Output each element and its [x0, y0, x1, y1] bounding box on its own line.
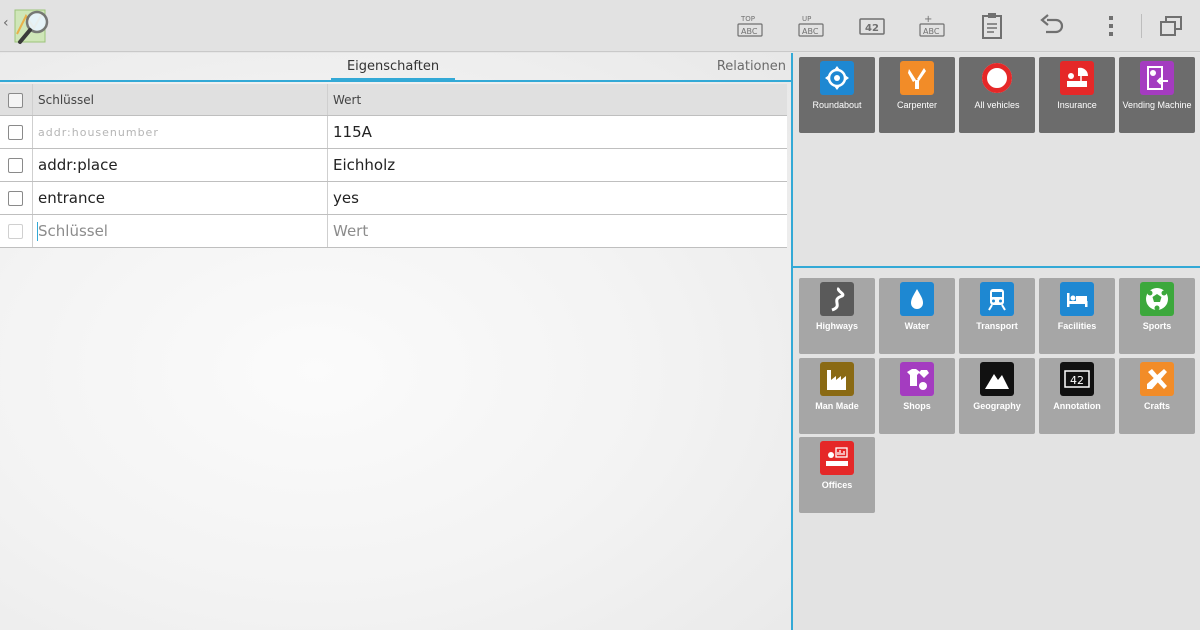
preset-pane: Roundabout Carpenter All vehicles Insura… — [793, 53, 1200, 630]
svg-text:+: + — [924, 14, 932, 25]
svg-text:ABC: ABC — [741, 27, 758, 36]
value-column-header: Wert — [333, 93, 362, 107]
vespucci-logo-icon[interactable] — [12, 4, 56, 48]
preset-carpenter[interactable]: Carpenter — [879, 57, 955, 133]
svg-text:UP: UP — [802, 15, 811, 23]
tag-value-field[interactable]: Eichholz — [333, 149, 783, 182]
back-chevron-icon[interactable]: ‹ — [3, 15, 9, 31]
svg-text:42: 42 — [1070, 374, 1084, 387]
water-drop-icon — [900, 282, 934, 316]
mountain-icon — [980, 362, 1014, 396]
add-abc-icon[interactable]: + ABC — [915, 10, 949, 42]
tag-value-field[interactable]: yes — [333, 182, 783, 215]
svg-text:TOP: TOP — [740, 15, 755, 23]
preset-group-transport[interactable]: Transport — [959, 278, 1035, 354]
preset-roundabout[interactable]: Roundabout — [799, 57, 875, 133]
clipboard-icon[interactable] — [975, 10, 1009, 42]
tag-key-field[interactable]: addr:place — [38, 149, 322, 182]
tab-properties[interactable]: Eigenschaften — [331, 53, 455, 82]
tag-value-field[interactable]: 115A — [333, 116, 783, 149]
office-icon — [820, 441, 854, 475]
select-all-checkbox[interactable] — [8, 93, 23, 108]
insurance-icon — [1060, 61, 1094, 95]
preset-all-vehicles[interactable]: All vehicles — [959, 57, 1035, 133]
42-icon[interactable]: 42 — [855, 10, 889, 42]
window-icon[interactable] — [1154, 10, 1188, 42]
annotation-42-icon: 42 — [1060, 362, 1094, 396]
crafts-icon — [1140, 362, 1174, 396]
roundabout-icon — [820, 61, 854, 95]
key-column-header: Schlüssel — [38, 93, 94, 107]
row-checkbox[interactable] — [8, 158, 23, 173]
factory-icon — [820, 362, 854, 396]
preset-group-shops[interactable]: Shops — [879, 358, 955, 434]
tag-key-field[interactable]: entrance — [38, 182, 322, 215]
undo-icon[interactable] — [1035, 10, 1069, 42]
horizontal-divider — [793, 266, 1200, 268]
preset-group-crafts[interactable]: Crafts — [1119, 358, 1195, 434]
tab-relations[interactable]: Relationen — [717, 53, 786, 82]
row-checkbox[interactable] — [8, 191, 23, 206]
new-key-input[interactable]: Schlüssel — [38, 215, 322, 248]
table-row: addr:place Eichholz — [0, 149, 787, 182]
tag-key-field[interactable]: addr:housenumber — [38, 116, 322, 149]
bed-icon — [1060, 282, 1094, 316]
preset-group-sports[interactable]: Sports — [1119, 278, 1195, 354]
preset-group-offices[interactable]: Offices — [799, 437, 875, 513]
new-tag-row: Schlüssel Wert — [0, 215, 787, 248]
row-checkbox[interactable] — [8, 224, 23, 239]
table-row: addr:housenumber 115A — [0, 116, 787, 149]
preset-group-annotation[interactable]: 42 Annotation — [1039, 358, 1115, 434]
overflow-menu-icon[interactable] — [1094, 10, 1128, 42]
preset-insurance[interactable]: Insurance — [1039, 57, 1115, 133]
preset-group-man-made[interactable]: Man Made — [799, 358, 875, 434]
up-abc-icon[interactable]: UP ABC — [794, 10, 828, 42]
preset-group-highways[interactable]: Highways — [799, 278, 875, 354]
preset-group-facilities[interactable]: Facilities — [1039, 278, 1115, 354]
svg-text:ABC: ABC — [923, 27, 940, 36]
football-icon — [1140, 282, 1174, 316]
top-abc-icon[interactable]: TOP ABC — [733, 10, 767, 42]
toolbar-divider — [1141, 14, 1142, 38]
highway-icon — [820, 282, 854, 316]
carpenter-icon — [900, 61, 934, 95]
table-header-row: Schlüssel Wert — [0, 84, 787, 116]
svg-text:42: 42 — [865, 23, 879, 34]
svg-text:ABC: ABC — [802, 27, 819, 36]
table-row: entrance yes — [0, 182, 787, 215]
action-bar: ‹ TOP ABC UP ABC 42 + ABC — [0, 0, 1200, 52]
train-icon — [980, 282, 1014, 316]
new-value-input[interactable]: Wert — [333, 215, 783, 248]
tab-bar: Eigenschaften Relationen — [0, 53, 791, 82]
tag-editor-pane: Eigenschaften Relationen Schlüssel Wert … — [0, 53, 791, 630]
preset-vending-machine[interactable]: Vending Machine — [1119, 57, 1195, 133]
tag-table: Schlüssel Wert addr:housenumber 115A add… — [0, 84, 787, 248]
no-vehicles-icon — [980, 61, 1014, 95]
vending-machine-icon — [1140, 61, 1174, 95]
shop-icon — [900, 362, 934, 396]
preset-group-water[interactable]: Water — [879, 278, 955, 354]
preset-group-geography[interactable]: Geography — [959, 358, 1035, 434]
row-checkbox[interactable] — [8, 125, 23, 140]
